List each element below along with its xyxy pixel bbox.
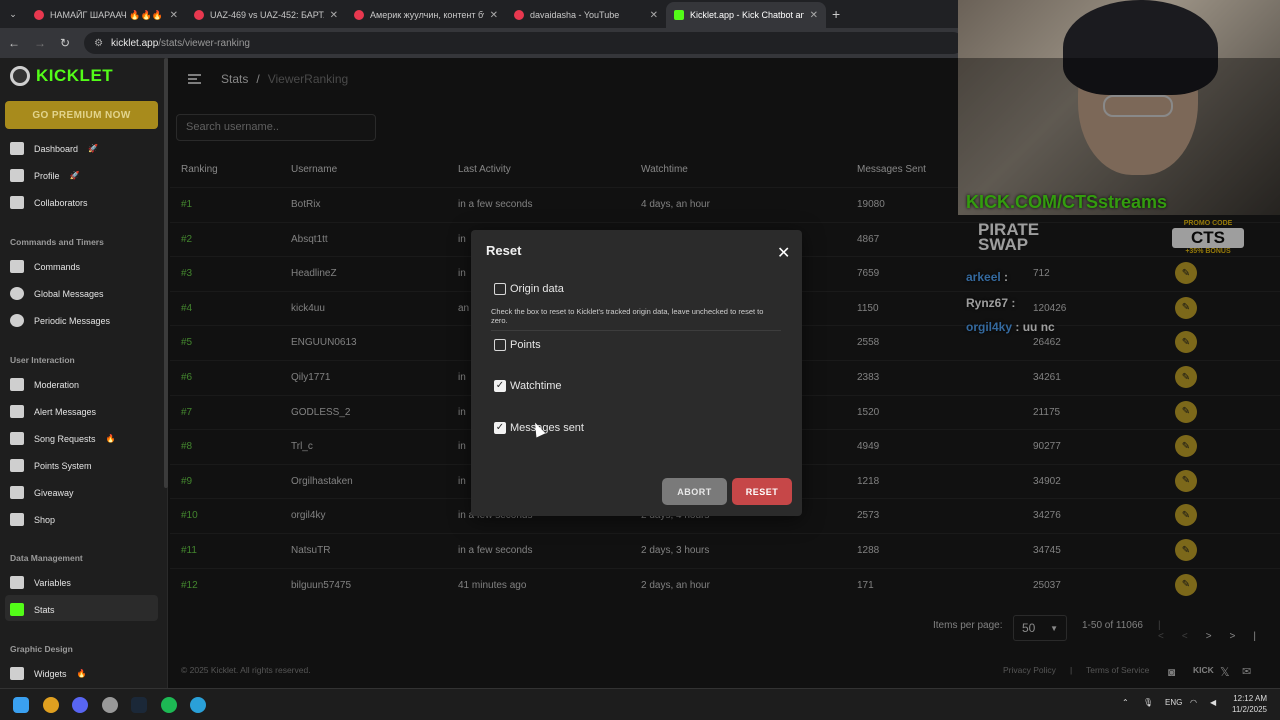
browser-tab[interactable]: UAZ-469 vs UAZ-452: БАРТАА ✕ bbox=[186, 2, 346, 28]
checkbox-box[interactable] bbox=[494, 283, 506, 295]
sidebar-item-variables[interactable]: Variables bbox=[10, 576, 71, 589]
sidebar-item-global-messages[interactable]: Global Messages bbox=[10, 287, 104, 300]
kicklet-logo[interactable]: KICKLET bbox=[10, 66, 113, 86]
sidebar-item-profile[interactable]: Profile 🚀 bbox=[10, 169, 79, 182]
chat-bubble-icon bbox=[10, 287, 24, 300]
language-indicator[interactable]: ENG bbox=[1165, 698, 1182, 707]
close-tab-icon[interactable]: ✕ bbox=[330, 10, 338, 21]
reload-icon[interactable]: ↻ bbox=[60, 36, 70, 50]
bar-chart-icon bbox=[10, 603, 24, 616]
wrench-icon bbox=[10, 260, 24, 273]
steam-icon[interactable] bbox=[131, 697, 147, 713]
volume-icon[interactable]: ◀ bbox=[1210, 698, 1216, 707]
cart-icon bbox=[10, 513, 24, 526]
sidebar-item-dashboard[interactable]: Dashboard 🚀 bbox=[10, 142, 98, 155]
wifi-icon[interactable]: ◠ bbox=[1190, 698, 1197, 707]
microphone-icon[interactable]: 🎙 bbox=[1143, 698, 1153, 707]
music-note-icon bbox=[10, 432, 24, 445]
close-tab-icon[interactable]: ✕ bbox=[170, 10, 178, 21]
dialog-title: Reset bbox=[486, 243, 522, 258]
sidebar-item-shop[interactable]: Shop bbox=[10, 513, 55, 526]
browser-tab-active[interactable]: Kicklet.app - Kick Chatbot and ✕ bbox=[666, 2, 826, 28]
sidebar-item-commands[interactable]: Commands bbox=[10, 260, 80, 273]
warning-icon bbox=[10, 405, 24, 418]
reset-dialog: Reset ✕ Origin data Check the box to res… bbox=[471, 230, 802, 516]
windows-taskbar: ⌃ 🎙 ENG ◠ ◀ 12:12 AM 11/2/2025 bbox=[0, 688, 1280, 720]
back-arrow-icon[interactable]: ← bbox=[8, 36, 20, 50]
origin-data-help: Check the box to reset to Kicklet's trac… bbox=[491, 307, 781, 331]
browser-tab[interactable]: davaidasha - YouTube ✕ bbox=[506, 2, 666, 28]
close-tab-icon[interactable]: ✕ bbox=[650, 10, 658, 21]
checkmark-icon[interactable]: ✓ bbox=[494, 380, 506, 392]
dashboard-icon bbox=[10, 142, 24, 155]
section-user-interaction: User Interaction bbox=[10, 355, 75, 365]
sidebar-item-stats[interactable]: Stats bbox=[10, 603, 55, 616]
site-info-icon[interactable]: ⚙ bbox=[94, 38, 103, 49]
sidebar-item-widgets[interactable]: Widgets 🔥 bbox=[10, 667, 86, 680]
youtube-favicon-icon bbox=[514, 10, 524, 20]
sidebar-item-points-system[interactable]: Points System bbox=[10, 459, 92, 472]
section-commands-and-timers: Commands and Timers bbox=[10, 237, 104, 247]
section-data-management: Data Management bbox=[10, 553, 83, 563]
section-graphic-design: Graphic Design bbox=[10, 644, 73, 654]
browser-tab[interactable]: НАМАЙГ ШАРААЧ 🔥🔥🔥 D ✕ bbox=[26, 2, 186, 28]
telegram-icon[interactable] bbox=[190, 697, 206, 713]
reset-button[interactable]: RESET bbox=[732, 478, 792, 505]
url-field[interactable]: ⚙ kicklet.app/stats/viewer-ranking bbox=[84, 32, 965, 54]
browser-tab[interactable]: Америк жуулчин, контент бүт ✕ bbox=[346, 2, 506, 28]
origin-data-checkbox[interactable]: Origin data bbox=[494, 283, 564, 295]
discord-app-icon[interactable] bbox=[72, 697, 88, 713]
forward-arrow-icon[interactable]: → bbox=[34, 36, 46, 50]
kicklet-favicon-icon bbox=[674, 10, 684, 20]
sidebar-item-song-requests[interactable]: Song Requests 🔥 bbox=[10, 432, 116, 445]
clock[interactable]: 12:12 AM 11/2/2025 bbox=[1232, 693, 1267, 715]
tab-list-chevron-icon[interactable]: ⌄ bbox=[0, 9, 26, 20]
close-tab-icon[interactable]: ✕ bbox=[490, 10, 498, 21]
sidebar-item-collaborators[interactable]: Collaborators bbox=[10, 196, 88, 209]
youtube-favicon-icon bbox=[194, 10, 204, 20]
youtube-favicon-icon bbox=[34, 10, 44, 20]
close-tab-icon[interactable]: ✕ bbox=[810, 10, 818, 21]
new-tab-plus-icon[interactable]: + bbox=[832, 6, 840, 22]
youtube-favicon-icon bbox=[354, 10, 364, 20]
collaborators-icon bbox=[10, 196, 24, 209]
sidebar: KICKLET GO PREMIUM NOW Dashboard 🚀 Profil… bbox=[0, 58, 168, 688]
checkbox-box[interactable] bbox=[494, 339, 506, 351]
link-icon bbox=[10, 576, 24, 589]
sidebar-item-giveaway[interactable]: Giveaway bbox=[10, 486, 74, 499]
chrome-icon[interactable] bbox=[43, 697, 59, 713]
widgets-icon bbox=[10, 667, 24, 680]
obs-icon[interactable] bbox=[102, 697, 118, 713]
profile-icon bbox=[10, 169, 24, 182]
spotify-icon[interactable] bbox=[161, 697, 177, 713]
checkmark-icon[interactable]: ✓ bbox=[494, 422, 506, 434]
abort-button[interactable]: ABORT bbox=[662, 478, 727, 505]
watchtime-checkbox[interactable]: ✓ Watchtime bbox=[494, 380, 562, 392]
close-icon[interactable]: ✕ bbox=[777, 246, 790, 262]
go-premium-button[interactable]: GO PREMIUM NOW bbox=[5, 101, 158, 129]
sidebar-item-periodic-messages[interactable]: Periodic Messages bbox=[10, 314, 110, 327]
star-icon bbox=[10, 459, 24, 472]
gift-icon bbox=[10, 486, 24, 499]
windows-start-icon[interactable] bbox=[13, 697, 29, 713]
sidebar-item-alert-messages[interactable]: Alert Messages bbox=[10, 405, 96, 418]
clock-icon bbox=[10, 314, 24, 327]
points-checkbox[interactable]: Points bbox=[494, 339, 541, 351]
tray-chevron-icon[interactable]: ⌃ bbox=[1122, 698, 1129, 707]
kicklet-mascot-icon bbox=[10, 66, 30, 86]
sidebar-item-moderation[interactable]: Moderation bbox=[10, 378, 79, 391]
shield-icon bbox=[10, 378, 24, 391]
